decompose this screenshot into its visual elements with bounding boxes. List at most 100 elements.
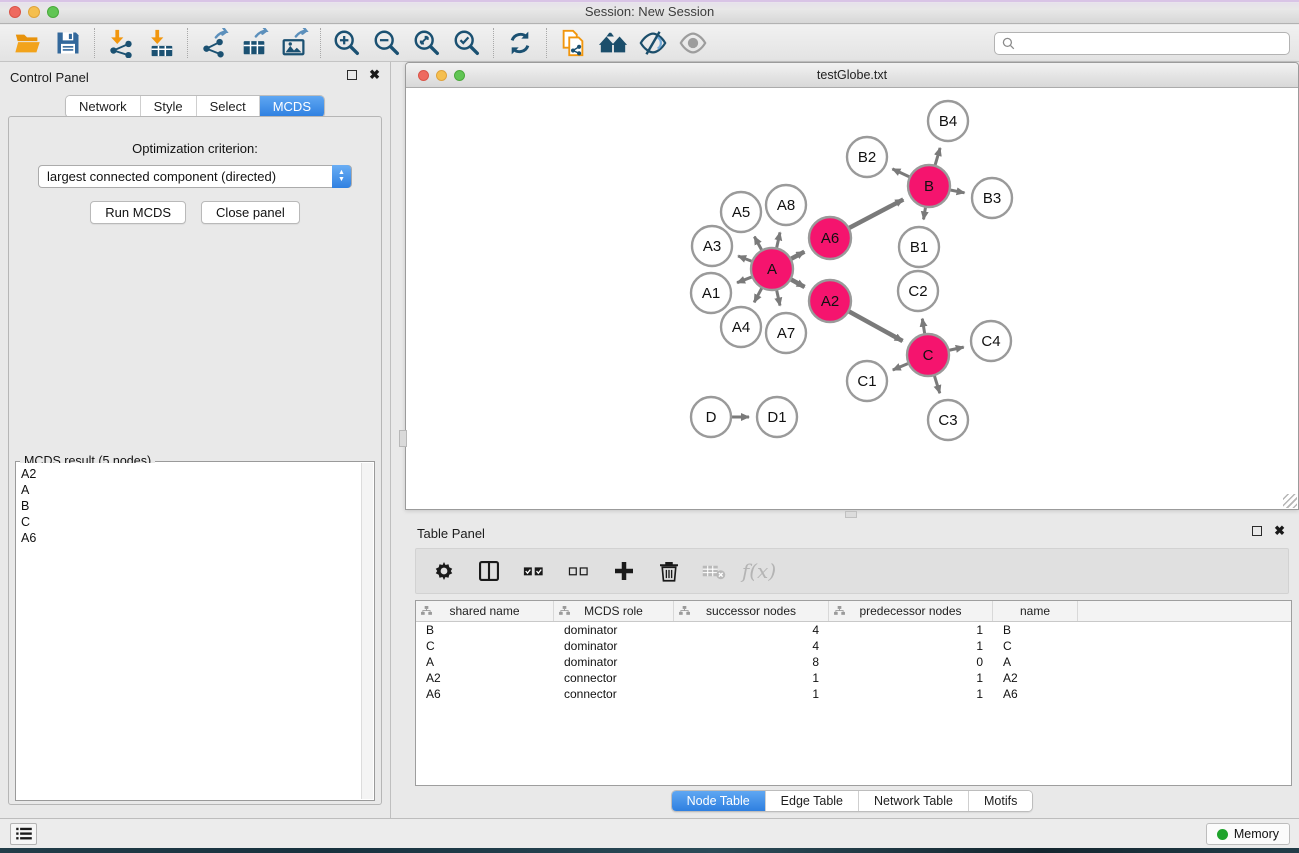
graph-edge-A-A5[interactable]	[754, 237, 762, 251]
graph-edge-C-C4[interactable]	[949, 347, 964, 350]
graph-node-A1[interactable]: A1	[691, 273, 731, 313]
function-builder-icon[interactable]: f(x)	[741, 553, 777, 589]
graph-node-D[interactable]: D	[691, 397, 731, 437]
graph-node-A2[interactable]: A2	[809, 280, 851, 322]
cell-MCDS-role[interactable]: dominator	[554, 655, 674, 669]
graph-node-D1[interactable]: D1	[757, 397, 797, 437]
delete-columns-icon[interactable]	[651, 553, 687, 589]
zoom-fit-icon[interactable]	[407, 26, 447, 60]
cell-name[interactable]: A6	[993, 687, 1078, 701]
mcds-result-item[interactable]: A	[21, 482, 361, 498]
mcds-list-scrollbar[interactable]	[361, 463, 373, 799]
import-table-icon[interactable]	[141, 26, 181, 60]
window-resize-grip[interactable]	[1283, 494, 1297, 508]
graph-node-B1[interactable]: B1	[899, 227, 939, 267]
column-header-shared-name[interactable]: shared name	[416, 601, 554, 621]
graph-node-A6[interactable]: A6	[809, 217, 851, 259]
mcds-result-item[interactable]: A2	[21, 466, 361, 482]
mcds-result-item[interactable]: C	[21, 514, 361, 530]
graph-edge-C-C2[interactable]	[922, 319, 925, 335]
graph-node-C1[interactable]: C1	[847, 361, 887, 401]
graph-node-B4[interactable]: B4	[928, 101, 968, 141]
cell-predecessor-nodes[interactable]: 1	[829, 639, 993, 653]
graph-node-B[interactable]: B	[908, 165, 950, 207]
cell-shared-name[interactable]: C	[416, 639, 554, 653]
graph-edge-C-C1[interactable]	[893, 363, 909, 370]
graph-node-A4[interactable]: A4	[721, 307, 761, 347]
graph-edge-A-A7[interactable]	[777, 290, 781, 306]
cell-MCDS-role[interactable]: connector	[554, 671, 674, 685]
cell-predecessor-nodes[interactable]: 1	[829, 687, 993, 701]
graph-node-C[interactable]: C	[907, 334, 949, 376]
cell-successor-nodes[interactable]: 4	[674, 639, 829, 653]
tab-mcds[interactable]: MCDS	[259, 96, 324, 117]
graph-edge-A-A4[interactable]	[754, 288, 762, 303]
cell-MCDS-role[interactable]: dominator	[554, 639, 674, 653]
cell-shared-name[interactable]: A	[416, 655, 554, 669]
graph-edge-B-B2[interactable]	[892, 169, 910, 177]
cell-predecessor-nodes[interactable]: 1	[829, 623, 993, 637]
run-mcds-button[interactable]: Run MCDS	[90, 201, 186, 224]
graph-node-A[interactable]: A	[751, 248, 793, 290]
export-table-icon[interactable]	[234, 26, 274, 60]
cell-successor-nodes[interactable]: 1	[674, 671, 829, 685]
cell-predecessor-nodes[interactable]: 1	[829, 671, 993, 685]
tab-motifs[interactable]: Motifs	[968, 791, 1032, 811]
graph-node-B3[interactable]: B3	[972, 178, 1012, 218]
refresh-icon[interactable]	[500, 26, 540, 60]
cell-shared-name[interactable]: A2	[416, 671, 554, 685]
first-neighbors-icon[interactable]	[593, 26, 633, 60]
table-options-gear-icon[interactable]	[426, 553, 462, 589]
float-panel-icon[interactable]	[347, 70, 357, 80]
tab-select[interactable]: Select	[196, 96, 259, 117]
export-network-icon[interactable]	[194, 26, 234, 60]
table-row[interactable]: Cdominator41C	[416, 638, 1291, 654]
save-session-icon[interactable]	[48, 26, 88, 60]
graph-node-A5[interactable]: A5	[721, 192, 761, 232]
show-hide-graphics-icon[interactable]	[633, 26, 673, 60]
cell-name[interactable]: A2	[993, 671, 1078, 685]
cell-predecessor-nodes[interactable]: 0	[829, 655, 993, 669]
graph-node-C2[interactable]: C2	[898, 271, 938, 311]
graph-edge-A2-C[interactable]	[848, 311, 902, 341]
zoom-out-icon[interactable]	[367, 26, 407, 60]
cell-shared-name[interactable]: A6	[416, 687, 554, 701]
graph-edge-A-A2[interactable]	[790, 279, 804, 287]
graph-edge-B-B4[interactable]	[935, 148, 940, 166]
show-columns-icon[interactable]	[471, 553, 507, 589]
search-box[interactable]	[994, 32, 1290, 55]
graph-edge-B-B3[interactable]	[950, 190, 965, 193]
task-history-button[interactable]	[10, 823, 37, 845]
table-row[interactable]: A6connector11A6	[416, 686, 1291, 702]
zoom-in-icon[interactable]	[327, 26, 367, 60]
close-table-panel-icon[interactable]: ✖	[1274, 526, 1285, 536]
mcds-result-item[interactable]: B	[21, 498, 361, 514]
column-header-successor-nodes[interactable]: successor nodes	[674, 601, 829, 621]
table-row[interactable]: A2connector11A2	[416, 670, 1291, 686]
graph-edge-A6-B[interactable]	[849, 200, 904, 229]
float-table-panel-icon[interactable]	[1252, 526, 1262, 536]
graph-edge-B-B1[interactable]	[924, 207, 926, 220]
tab-style[interactable]: Style	[140, 96, 196, 117]
graph-node-C4[interactable]: C4	[971, 321, 1011, 361]
cell-successor-nodes[interactable]: 4	[674, 623, 829, 637]
cell-MCDS-role[interactable]: connector	[554, 687, 674, 701]
network-window-titlebar[interactable]: testGlobe.txt	[406, 63, 1298, 88]
eye-icon[interactable]	[673, 26, 713, 60]
export-image-icon[interactable]	[274, 26, 314, 60]
table-row[interactable]: Adominator80A	[416, 654, 1291, 670]
tab-network[interactable]: Network	[66, 96, 140, 117]
column-header-MCDS-role[interactable]: MCDS role	[554, 601, 674, 621]
cell-shared-name[interactable]: B	[416, 623, 554, 637]
open-file-icon[interactable]	[8, 26, 48, 60]
graph-edge-A-A8[interactable]	[777, 232, 781, 248]
memory-button[interactable]: Memory	[1206, 823, 1290, 845]
tab-network-table[interactable]: Network Table	[858, 791, 968, 811]
splitter-handle-west[interactable]	[399, 430, 407, 447]
graph-edge-A-A6[interactable]	[791, 252, 805, 259]
mcds-result-item[interactable]: A6	[21, 530, 361, 546]
graph-edge-A-A3[interactable]	[738, 256, 752, 262]
criterion-dropdown[interactable]: largest connected component (directed) ▲…	[38, 165, 352, 188]
graph-node-B2[interactable]: B2	[847, 137, 887, 177]
mcds-result-list[interactable]: A2ABCA6	[17, 463, 361, 799]
